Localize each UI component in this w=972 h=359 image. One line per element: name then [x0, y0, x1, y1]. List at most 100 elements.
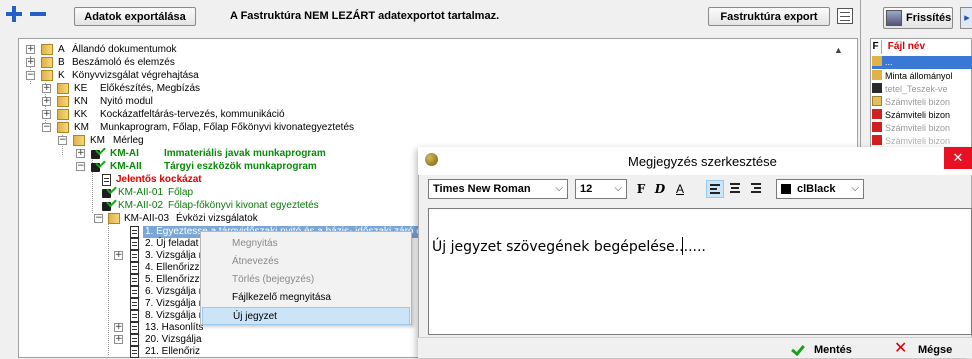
font-select[interactable]: Times New Roman ⌵: [428, 179, 568, 199]
folder-icon: [41, 70, 53, 81]
file-row[interactable]: Számviteli bizon: [872, 109, 972, 122]
tree-label: Évközi vizsgálatok: [176, 213, 258, 224]
tree-label: Immateriális javak munkaprogram: [164, 148, 326, 159]
expand-icon[interactable]: +: [26, 58, 35, 67]
grid-icon[interactable]: [837, 8, 853, 24]
file-row-selected[interactable]: ...: [872, 56, 972, 69]
italic-button[interactable]: D: [651, 181, 669, 198]
collapse-icon[interactable]: −: [76, 162, 85, 171]
document-icon: [130, 322, 139, 334]
align-left-icon[interactable]: [706, 180, 724, 198]
document-icon: [130, 298, 139, 310]
underline-button[interactable]: A: [671, 181, 689, 198]
file-row[interactable]: tetel_Teszek-ve: [872, 83, 972, 96]
text-color-value: clBlack: [797, 183, 836, 195]
cancel-button[interactable]: ✕ Mégse: [888, 338, 968, 359]
text-caret: [682, 237, 683, 255]
refresh-button[interactable]: Frissítés: [883, 7, 953, 29]
document-icon: [102, 174, 111, 186]
font-size-value: 12: [580, 183, 593, 195]
tree-label: 20. Vizsgálja: [145, 334, 202, 345]
menu-item-delete[interactable]: Törlés (bejegyzés): [202, 271, 410, 289]
file-name: ...: [885, 57, 893, 67]
column-file-name[interactable]: Fájl név: [885, 41, 925, 52]
tree-code: KM-AII-03: [124, 213, 170, 224]
tree-label: Könyvvizsgálat végrehajtása: [72, 70, 199, 81]
tree-label: Előkészítés, Megbízás: [100, 83, 201, 94]
close-icon[interactable]: ✕: [944, 147, 972, 169]
collapse-icon[interactable]: −: [42, 123, 51, 132]
document-icon: [130, 286, 139, 298]
scroll-up-icon[interactable]: ▲: [834, 45, 843, 55]
remove-icon[interactable]: [30, 12, 46, 16]
export-data-button[interactable]: Adatok exportálása: [74, 7, 196, 26]
menu-item-open-file-manager[interactable]: Fájlkezelő megnyitása: [202, 289, 410, 307]
tree-label: Jelentős kockázat: [116, 174, 202, 185]
font-size-select[interactable]: 12 ⌵: [575, 179, 627, 199]
completed-icon: [91, 161, 105, 173]
arrow-icon[interactable]: ▸: [960, 7, 972, 29]
align-center-icon[interactable]: [726, 180, 744, 198]
folder-icon: [57, 96, 69, 107]
menu-item-new-note[interactable]: Új jegyzet: [202, 307, 410, 325]
file-name: Számviteli bizon: [885, 123, 951, 133]
tree-label: 5. Ellenőrizze: [145, 274, 206, 285]
add-icon[interactable]: [6, 6, 22, 22]
checkmark-icon: [791, 341, 805, 357]
file-row[interactable]: Számviteli bizon: [872, 96, 972, 109]
expand-icon[interactable]: +: [114, 335, 123, 344]
file-row[interactable]: Számviteli bizon: [872, 122, 972, 135]
tree-code: KM-AI: [110, 148, 139, 159]
tree-code: KE: [74, 83, 88, 94]
document-icon: [130, 346, 139, 358]
save-button[interactable]: Mentés: [790, 341, 862, 359]
tree-code: KM-AII: [110, 161, 142, 172]
tree-code: KM-AII-01: [118, 187, 164, 198]
menu-item-open[interactable]: Megnyitás: [202, 235, 410, 253]
tree-label: 7. Vizsgálja r: [145, 298, 203, 309]
tree-label: Tárgyi eszközök munkaprogram: [164, 161, 317, 172]
expand-icon[interactable]: +: [76, 149, 85, 158]
tree-code: KM: [74, 122, 89, 133]
pdf-icon: [872, 122, 882, 132]
document-icon: [130, 274, 139, 286]
menu-item-rename[interactable]: Átnevezés: [202, 253, 410, 271]
expand-icon[interactable]: +: [26, 45, 35, 54]
tree-code: B: [58, 57, 65, 68]
context-menu: Megnyitás Átnevezés Törlés (bejegyzés) F…: [200, 231, 412, 325]
file-name: Számviteli bizon: [885, 110, 951, 120]
tree-label: Állandó dokumentumok: [72, 44, 177, 55]
document-icon: [130, 310, 139, 322]
tree-label: 6. Vizsgálja r: [145, 286, 203, 297]
file-name: Minta állományol: [885, 71, 953, 81]
folder-icon: [57, 109, 69, 120]
expand-icon[interactable]: +: [114, 323, 123, 332]
app-icon: [425, 153, 438, 166]
align-right-icon[interactable]: [747, 180, 765, 198]
collapse-icon[interactable]: −: [26, 71, 35, 80]
tree-label: 21. Ellenőriz: [145, 346, 201, 357]
bold-button[interactable]: F: [632, 181, 650, 198]
color-swatch: [781, 184, 791, 194]
expand-icon[interactable]: +: [42, 110, 51, 119]
collapse-icon[interactable]: −: [58, 136, 67, 145]
tree-label: 8. Vizsgálja r: [145, 310, 203, 321]
file-row[interactable]: Minta állományol: [872, 70, 972, 83]
column-f[interactable]: F: [870, 40, 882, 54]
folder-icon: [73, 135, 85, 146]
tree-export-button[interactable]: Fastruktúra export: [708, 7, 830, 26]
folder-icon: [41, 57, 53, 68]
expand-icon[interactable]: +: [42, 84, 51, 93]
tree-label: 2. Új feladat: [145, 238, 199, 249]
note-text-area[interactable]: [428, 208, 972, 335]
checked-file-icon: [872, 83, 882, 93]
expand-icon[interactable]: +: [114, 251, 123, 260]
folder-icon: [41, 44, 53, 55]
text-color-select[interactable]: clBlack ⌵: [776, 179, 864, 199]
cross-icon: ✕: [894, 338, 908, 357]
folder-icon: [108, 213, 120, 224]
tree-label: Mérleg: [113, 135, 144, 146]
expand-icon[interactable]: +: [42, 97, 51, 106]
tree-label: Beszámoló és elemzés: [72, 57, 175, 68]
collapse-icon[interactable]: −: [94, 214, 103, 223]
